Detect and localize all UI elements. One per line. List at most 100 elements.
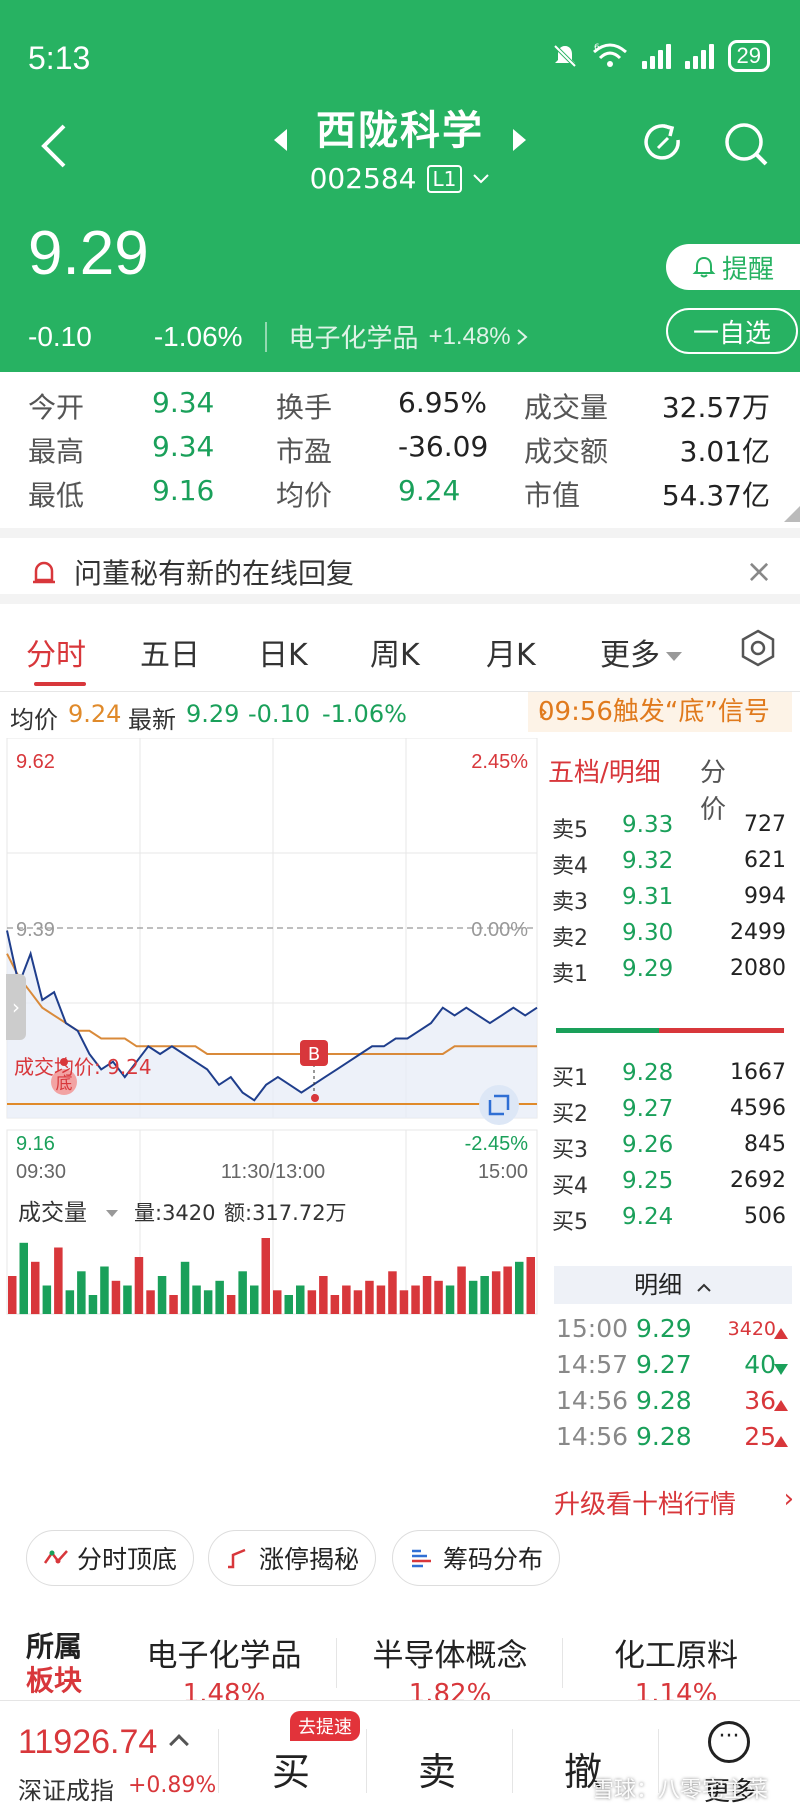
bid-level: 买3 [552,1138,588,1163]
ask-level: 卖4 [552,854,588,879]
volume-bar [226,1295,236,1314]
volume-bar [434,1280,443,1315]
tab-underline [34,682,86,686]
ask-level: 卖3 [552,890,588,915]
close-icon[interactable]: × [744,555,774,587]
signal-1-icon [641,43,671,69]
quote-grid: 今开 9.34 换手 6.95% 成交量 32.57万 最高 9.34 市盈 -… [0,380,800,520]
refresh-icon[interactable] [640,120,686,166]
settings-icon[interactable] [738,628,778,668]
concept-item[interactable]: 化工原料 1.14% [576,1630,776,1700]
watchlist-button[interactable]: 一自选 [666,308,798,354]
signal-2-icon [684,43,714,69]
volume-bar [388,1271,397,1315]
tab-daily-k[interactable]: 日K [258,630,308,674]
volume-bar [365,1280,374,1315]
tick-row: 14:57 9.27 40 [556,1350,790,1390]
turnover-value: 6.95% [398,386,487,419]
time-end-label: 15:00 [478,1161,528,1183]
chip-chip-distribution[interactable]: 筹码分布 [392,1530,561,1586]
chip-intraday-top-bottom[interactable]: 分时顶底 [26,1530,195,1586]
tab-weekly-k[interactable]: 周K [370,630,420,674]
wifi-icon: 6 [592,43,627,67]
bid-price: 9.27 [622,1096,674,1122]
volume-bar [273,1290,282,1315]
notification-icon [33,561,55,584]
bid-price: 9.28 [622,1060,674,1086]
sector-link[interactable]: 电子化学品 +1.48% [289,318,529,355]
pct-bottom-label: -2.45% [465,1133,529,1155]
tick-price: 9.27 [636,1350,692,1379]
pe-value: -36.09 [398,430,489,463]
chevron-down-icon [473,173,490,183]
amount-label: 成交额 [524,435,609,468]
alert-button[interactable]: 提醒 [666,244,800,290]
volume-bar [54,1247,63,1314]
tick-price: 9.28 [636,1386,692,1415]
search-icon[interactable] [722,120,770,168]
intraday-chart[interactable]: B 底 9.62 2.45% 9.39 0.00% 9.16 -2.45% 成交… [6,737,538,1516]
distribution-icon [412,1549,431,1568]
buy-button[interactable]: 买 [272,1741,310,1796]
volume-bar [261,1238,270,1314]
tab-more[interactable]: 更多 [600,630,682,674]
volume-bar [203,1290,213,1315]
volume-bar [111,1280,121,1315]
signal-badge[interactable]: 09:56触发“底”信号 › [528,692,792,732]
volume-bar [445,1285,455,1314]
caret-down-icon [666,652,682,661]
tick-price: 9.29 [636,1314,692,1343]
info-change-pct: -1.06% [322,700,407,728]
volume-bar [65,1290,75,1315]
current-price: 9.29 [28,219,149,288]
volume-label[interactable]: 成交量 [18,1200,87,1226]
tab-intraday[interactable]: 分时 [26,630,86,674]
volume-bar [250,1285,259,1314]
notice-bar[interactable]: 问董秘有新的在线回复 × [0,528,800,604]
tab-five-day[interactable]: 五日 [140,630,200,674]
high-label: 最高 [28,435,85,468]
next-stock-icon[interactable] [513,128,527,151]
tab-monthly-k[interactable]: 月K [486,630,536,674]
bid-volume: 4596 [730,1096,786,1121]
prev-stock-icon[interactable] [273,128,287,151]
low-value: 9.16 [152,474,215,507]
sell-button[interactable]: 卖 [418,1741,456,1796]
detail-toggle[interactable]: 明细 [554,1266,792,1304]
volume-bar [480,1276,489,1314]
volume-bar [330,1295,340,1314]
divider [264,321,267,352]
volume-bar [376,1285,386,1314]
intraday-svg: B 底 9.62 2.45% 9.39 0.00% 9.16 -2.45% 成交… [6,737,538,1516]
info-avg-label: 均价 [10,706,58,734]
amount-value: 3.01亿 [679,435,770,468]
volume-bar [100,1266,109,1314]
feature-chips: 分时顶底 涨停揭秘 筹码分布 [0,1530,800,1594]
change-line: -0.10 -1.06% 电子化学品 +1.48% [28,318,529,355]
concept-change: 1.48% [182,1679,266,1700]
bid-volume: 1667 [730,1060,786,1085]
chevron-up-icon [697,1283,711,1292]
volume-bar [77,1271,86,1315]
top-bottom-icon [43,1550,68,1564]
more-icon[interactable]: ··· [708,1721,750,1763]
limit-up-icon [228,1548,246,1569]
expand-corner-icon[interactable] [784,506,800,522]
collapse-handle[interactable]: › [6,974,26,1040]
stock-header: 5:13 6 29 西陇科学 002584 L1 9.29 -0.10 -1.0… [0,0,800,372]
buy-marker: B [308,1044,320,1065]
volume-bar [31,1261,40,1315]
index-value: 11926.74 [18,1723,158,1761]
avg-label: 均价 [276,479,333,512]
upgrade-link[interactable]: 升级看十档行情 › [554,1484,794,1521]
tick-volume: 3420 [727,1318,776,1340]
tab-five-levels[interactable]: 五档/明细 [548,758,661,788]
chip-limit-up-analysis[interactable]: 涨停揭秘 [208,1530,377,1586]
stock-code-line[interactable]: 002584 L1 [0,162,800,195]
concept-item[interactable]: 电子化学品 1.48% [124,1630,324,1700]
concept-item[interactable]: 半导体概念 1.82% [350,1630,550,1700]
index-change: +0.89% [128,1773,217,1798]
bid-price: 9.26 [622,1132,674,1158]
divider [336,1638,337,1688]
mcap-value: 54.37亿 [661,479,770,512]
